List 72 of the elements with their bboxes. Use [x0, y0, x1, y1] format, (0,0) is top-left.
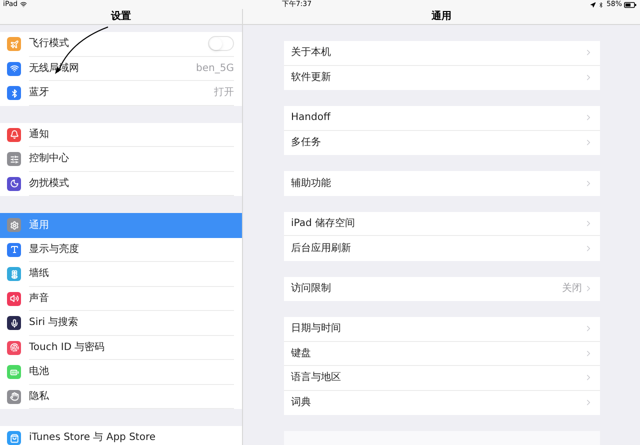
sidebar-item[interactable]: 蓝牙 打开: [0, 81, 242, 106]
settings-row[interactable]: iPad 储存空间: [284, 212, 600, 236]
chevron-icon: [584, 218, 593, 228]
row-label: 多任务: [291, 136, 321, 150]
chevron-icon: [584, 113, 593, 122]
wifi-icon: [20, 1, 27, 8]
row-label: 日期与时间: [291, 322, 341, 336]
item-label: Touch ID 与密码: [29, 340, 105, 355]
item-label: 电池: [29, 364, 49, 380]
row-value: 关闭: [562, 282, 582, 296]
sidebar-item[interactable]: iTunes Store 与 App Store: [0, 426, 242, 445]
chevron-icon: [584, 73, 593, 82]
row-label: 关于本机: [291, 46, 331, 60]
settings-row[interactable]: 辅助功能: [284, 171, 600, 196]
sidebar-item[interactable]: 控制中心: [0, 147, 242, 172]
sidebar-item[interactable]: 隐私: [0, 384, 242, 409]
sidebar-title: 设置: [111, 10, 131, 24]
sidebar-item[interactable]: Touch ID 与密码: [0, 336, 242, 360]
sidebar-item[interactable]: Siri 与搜索: [0, 311, 242, 336]
chevron-icon: [584, 324, 593, 334]
item-label: 隐私: [29, 390, 49, 404]
settings-row[interactable]: 软件更新: [284, 66, 600, 90]
settings-row[interactable]: Handoff: [284, 106, 600, 130]
sidebar-item[interactable]: 飞行模式: [0, 32, 242, 56]
item-label: 蓝牙: [29, 86, 49, 100]
settings-row[interactable]: 后台应用刷新: [284, 236, 600, 260]
item-label: 通知: [29, 128, 49, 142]
settings-row[interactable]: 日期与时间: [284, 317, 600, 342]
item-label: 控制中心: [29, 152, 69, 166]
chevron-icon: [584, 138, 593, 148]
sidebar-item[interactable]: 通知: [0, 122, 242, 147]
settings-row[interactable]: 关于本机: [284, 41, 600, 66]
settings-row[interactable]: 访问限制 关闭: [284, 276, 600, 301]
item-label: Siri 与搜索: [29, 316, 78, 330]
row-label: 词典: [291, 396, 311, 410]
chevron-icon: [584, 244, 593, 253]
bluetooth-icon: [598, 2, 604, 8]
row-label: Handoff: [291, 111, 330, 126]
row-label: 语言与地区: [291, 370, 341, 386]
row-label: 软件更新: [291, 70, 331, 86]
chevron-icon: [584, 48, 593, 58]
settings-row[interactable]: 词典: [284, 390, 600, 415]
sidebar-item[interactable]: 声音: [0, 286, 242, 311]
settings-row[interactable]: 多任务: [284, 130, 600, 155]
settings-row[interactable]: 语言与地区: [284, 366, 600, 390]
row-label: 访问限制: [291, 282, 331, 296]
item-label: 显示与亮度: [29, 242, 79, 257]
chevron-icon: [584, 284, 593, 294]
row-label: iPad 储存空间: [291, 216, 356, 231]
chevron-icon: [584, 398, 593, 408]
row-label: 后台应用刷新: [291, 242, 351, 256]
item-label: 声音: [29, 292, 49, 306]
sidebar-item[interactable]: 墙纸: [0, 262, 242, 286]
settings-row[interactable]: 键盘: [284, 342, 600, 366]
page-title: 通用: [432, 10, 452, 24]
chevron-icon: [584, 348, 593, 358]
battery-icon: [624, 2, 637, 8]
item-label: 通用: [29, 218, 49, 233]
sidebar-item[interactable]: 勿扰模式: [0, 172, 242, 196]
item-label: 勿扰模式: [29, 176, 69, 191]
sidebar-item[interactable]: 电池: [0, 360, 242, 384]
item-label: 飞行模式: [29, 36, 69, 52]
item-label: 墙纸: [29, 266, 49, 282]
item-value: 打开: [214, 86, 234, 100]
item-label: iTunes Store 与 App Store: [29, 430, 156, 445]
chevron-icon: [584, 373, 593, 382]
toggle-switch[interactable]: [208, 36, 234, 52]
row-label: 键盘: [291, 346, 311, 361]
row-label: 辅助功能: [291, 176, 331, 191]
sidebar-item[interactable]: 显示与亮度: [0, 238, 242, 262]
chevron-icon: [584, 178, 593, 188]
item-value: ben_5G: [196, 62, 234, 76]
